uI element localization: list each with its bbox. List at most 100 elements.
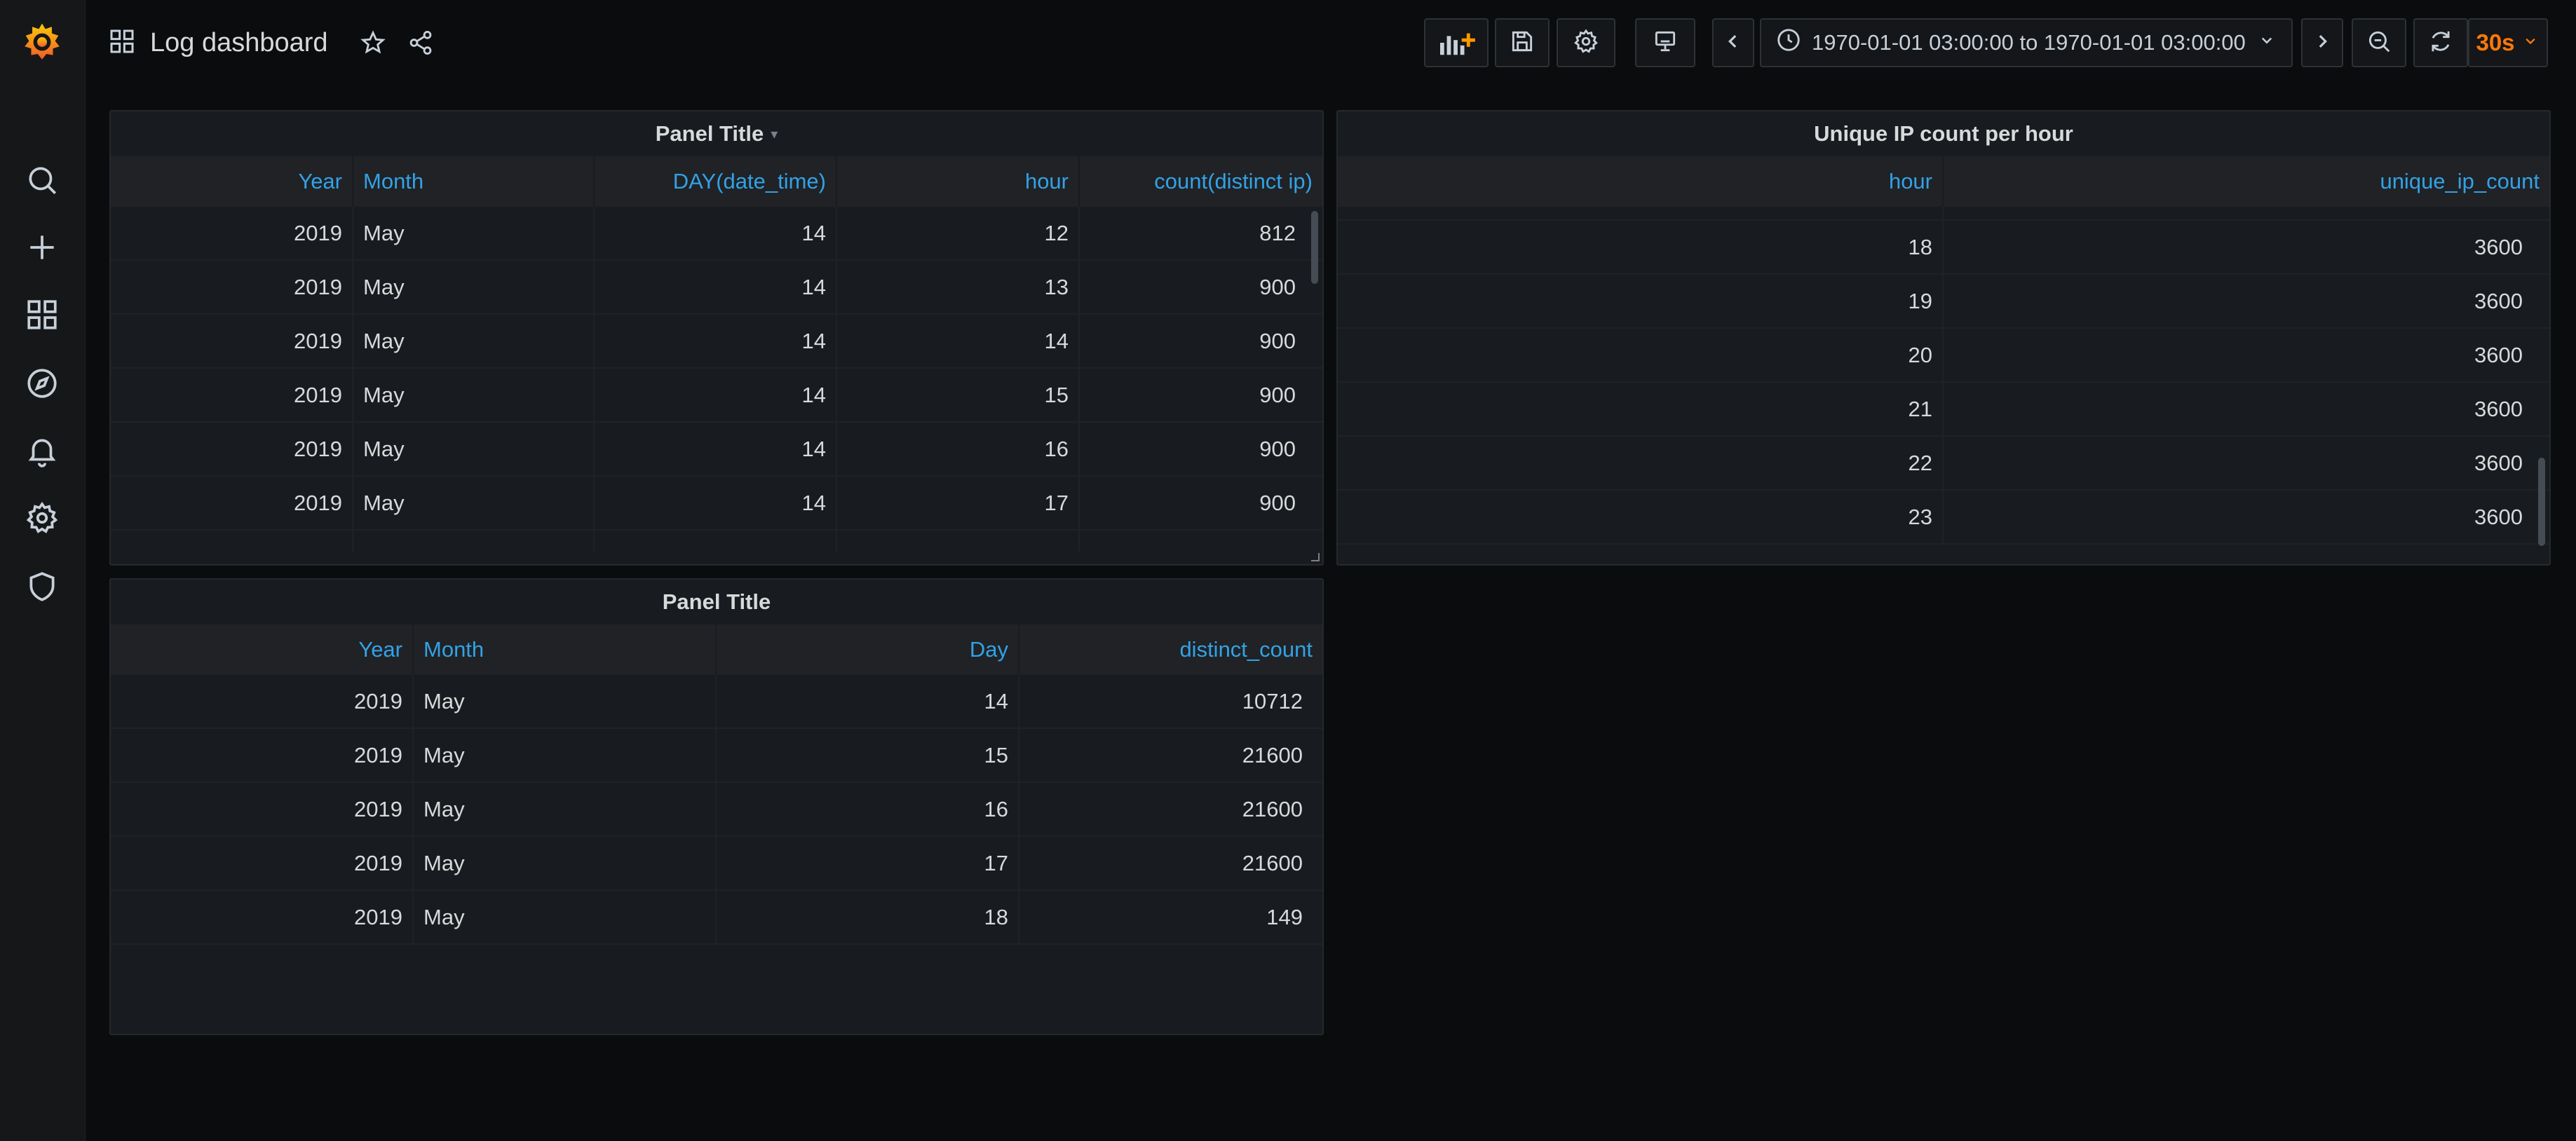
add-panel-button[interactable] [1424,18,1489,67]
table-row-partial [1338,207,2549,221]
column-header-day[interactable]: Day [717,624,1019,675]
table-header-row: Year Month DAY(date_time) hour count(dis… [111,156,1322,207]
cell-unique-ip-count: 3600 [2474,504,2523,529]
dashboards-grid-icon[interactable] [22,294,62,335]
cell-distinct-count: 21600 [1242,850,1303,875]
cell-count: 900 [1259,490,1296,515]
panel-title[interactable]: Panel Title [111,580,1322,624]
cell-distinct-count: 10712 [1242,688,1303,713]
cell-day: 14 [595,207,837,259]
cell-empty [111,531,353,552]
cell-day: 16 [717,783,1019,835]
column-header-distinct-count[interactable]: distinct_count [1019,624,1322,675]
cell-month: May [414,837,717,889]
chevron-down-icon: ▾ [771,126,778,142]
table-row: 2019 May 17 21600 [111,837,1322,891]
panel-resize-handle[interactable] [1311,553,1320,561]
table-scrollbar[interactable] [1311,211,1318,284]
dashboard-settings-button[interactable] [1557,18,1615,67]
column-header-day[interactable]: DAY(date_time) [595,156,837,207]
cell-distinct-count: 21600 [1242,742,1303,767]
cell-hour: 19 [1338,275,1944,327]
search-icon[interactable] [22,160,62,200]
cell-month: May [414,675,717,727]
cell-hour: 14 [837,315,1080,367]
cell-day: 18 [717,891,1019,943]
cell-count: 900 [1259,274,1296,299]
cell-unique-ip-count: 3600 [2474,342,2523,367]
table-row: 2019 May 14 10712 [111,675,1322,729]
chevron-down-icon [2256,29,2277,56]
column-header-count[interactable]: count(distinct ip) [1080,156,1322,207]
cell-year: 2019 [111,783,414,835]
panel-daily-distinct-count: Panel Title Year Month Day distinct_coun… [109,578,1324,1035]
column-header-hour[interactable]: hour [1338,156,1944,207]
alerting-bell-icon[interactable] [22,430,62,471]
column-header-year[interactable]: Year [111,624,414,675]
cell-hour: 16 [837,423,1080,475]
table-row: 2019 May 16 21600 [111,783,1322,837]
time-range-back-button[interactable] [1712,18,1754,67]
cell-year: 2019 [111,675,414,727]
time-range-forward-button[interactable] [2301,18,2343,67]
column-header-month[interactable]: Month [353,156,595,207]
cell-month: May [414,729,717,781]
time-range-picker[interactable]: 1970-01-01 03:00:00 to 1970-01-01 03:00:… [1760,18,2293,67]
column-header-year[interactable]: Year [111,156,353,207]
cell-unique-ip-count: 3600 [2474,396,2523,421]
chevron-right-icon [2309,28,2336,58]
cell-count: 900 [1259,328,1296,353]
refresh-interval-picker[interactable]: 30s [2468,18,2548,67]
monitor-icon [1652,28,1679,58]
table-row: 2019 May 14 13 900 [111,261,1322,315]
refresh-interval-label: 30s [2476,29,2515,55]
cell-unique-ip-count: 3600 [2474,288,2523,313]
cell-year: 2019 [111,315,353,367]
cell-hour: 20 [1338,329,1944,381]
cell-day: 14 [595,423,837,475]
time-range-label: 1970-01-01 03:00:00 to 1970-01-01 03:00:… [1812,30,2246,55]
configuration-gear-icon[interactable] [22,498,62,538]
cell-hour: 18 [1338,221,1944,273]
cell-day: 14 [717,675,1019,727]
top-navbar: Log dashboard 1970-01-01 03:00:00 to 197… [86,0,2576,86]
cell-year: 2019 [111,477,353,529]
refresh-button[interactable] [2413,18,2468,67]
cell-hour: 22 [1338,437,1944,489]
cell-year: 2019 [111,207,353,259]
save-icon [1509,28,1536,58]
cell-month: May [353,207,595,259]
cell-year: 2019 [111,729,414,781]
dashboard-grid-icon [108,27,136,59]
cycle-view-mode-button[interactable] [1635,18,1695,67]
cell-day: 14 [595,369,837,421]
cell-month: May [414,783,717,835]
zoom-out-button[interactable] [2352,18,2406,67]
column-header-unique-ip-count[interactable]: unique_ip_count [1944,156,2549,207]
table-header-row: Year Month Day distinct_count [111,624,1322,675]
cell-month: May [353,423,595,475]
grafana-logo-icon[interactable] [14,17,70,67]
share-icon[interactable] [404,26,438,60]
server-admin-shield-icon[interactable] [22,566,62,607]
table-scrollbar[interactable] [2538,458,2545,546]
table-row: 2019 May 14 12 812 [111,207,1322,261]
save-dashboard-button[interactable] [1495,18,1550,67]
cell-empty [837,531,1080,552]
cell-unique-ip-count: 3600 [2474,234,2523,259]
create-plus-icon[interactable] [22,227,62,268]
dashboard-title[interactable]: Log dashboard [150,28,328,58]
column-header-month[interactable]: Month [414,624,717,675]
star-icon[interactable] [356,26,390,60]
panel-title[interactable]: Panel Title ▾ [111,111,1322,156]
cell-month: May [353,315,595,367]
cell-day: 14 [595,315,837,367]
column-header-hour[interactable]: hour [837,156,1080,207]
refresh-icon [2427,28,2454,58]
table-row: 2019 May 14 17 900 [111,477,1322,531]
explore-compass-icon[interactable] [22,363,62,404]
cell-year: 2019 [111,891,414,943]
chevron-left-icon [1720,28,1747,58]
panel-title[interactable]: Unique IP count per hour [1338,111,2549,156]
cell-distinct-count: 149 [1266,904,1303,929]
